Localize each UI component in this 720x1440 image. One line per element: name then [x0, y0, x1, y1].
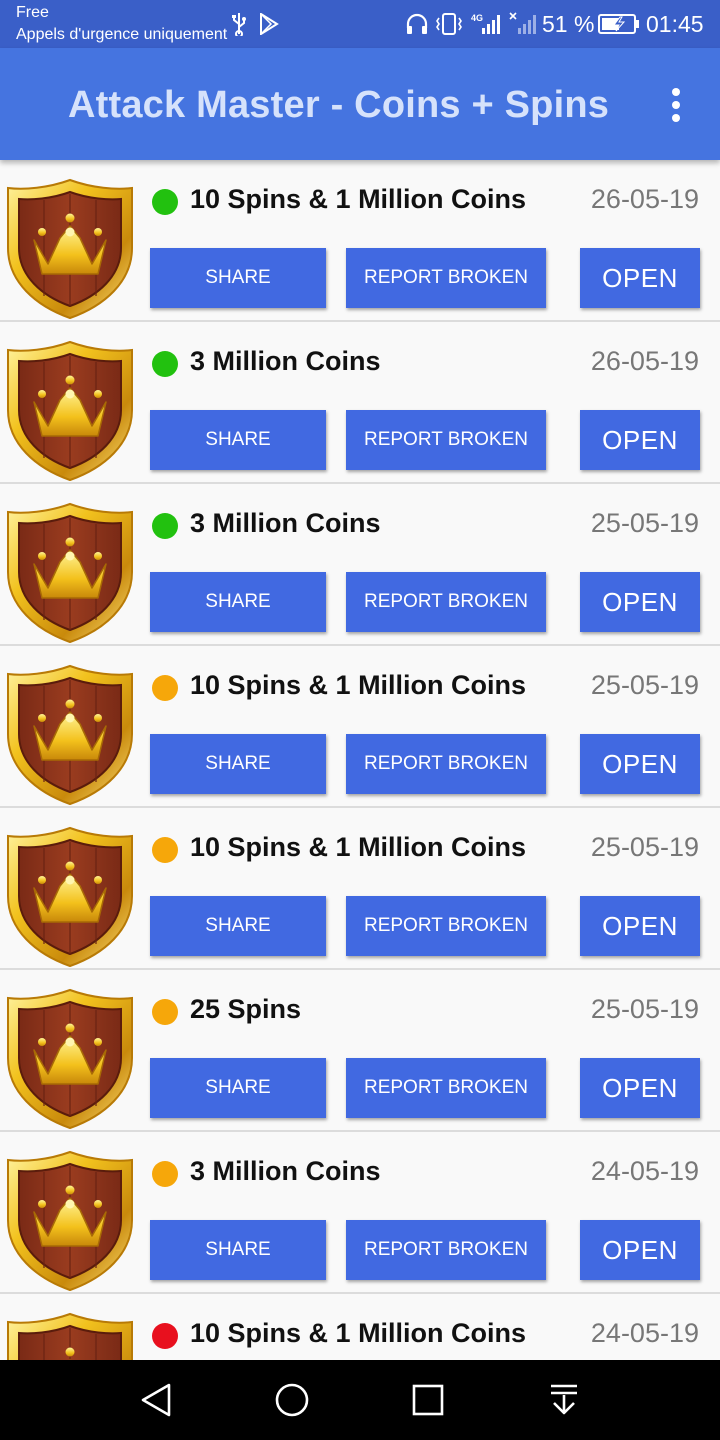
item-title: 3 Million Coins	[190, 508, 381, 538]
status-dot	[152, 675, 178, 701]
report-broken-button[interactable]: REPORT BROKEN	[346, 1058, 546, 1118]
list-item: 3 Million Coins 26-05-19 SHARE REPORT BR…	[0, 322, 720, 484]
status-dot	[152, 1161, 178, 1187]
menu-dot	[672, 88, 680, 96]
shield-crown-icon	[4, 826, 136, 968]
item-date: 25-05-19	[590, 508, 699, 538]
app-bar: Attack Master - Coins + Spins	[0, 48, 720, 160]
battery-percent: 51 %	[542, 11, 595, 37]
status-dot	[152, 351, 178, 377]
item-date: 25-05-19	[590, 832, 699, 862]
battery-charging-icon	[598, 11, 640, 37]
share-button[interactable]: SHARE	[150, 896, 326, 956]
status-dot	[152, 189, 178, 215]
headphones-icon	[404, 11, 430, 37]
back-icon[interactable]	[132, 1376, 180, 1424]
item-title: 10 Spins & 1 Million Coins	[190, 670, 527, 700]
item-title: 10 Spins & 1 Million Coins	[190, 1318, 527, 1348]
shield-crown-icon	[4, 178, 136, 320]
share-button[interactable]: SHARE	[150, 1220, 326, 1280]
list-item: 10 Spins & 1 Million Coins 24-05-19 SHAR…	[0, 1294, 720, 1360]
item-date: 24-05-19	[590, 1156, 699, 1186]
item-title: 25 Spins	[190, 994, 302, 1024]
share-button[interactable]: SHARE	[150, 248, 326, 308]
item-date: 25-05-19	[590, 670, 699, 700]
notification-pull-icon[interactable]	[540, 1376, 588, 1424]
status-dot	[152, 513, 178, 539]
home-icon[interactable]	[268, 1376, 316, 1424]
report-broken-button[interactable]: REPORT BROKEN	[346, 896, 546, 956]
app-root: Free Appels d'urgence uniquement 4G 51 %…	[0, 0, 720, 1440]
signal-4g-icon: 4G	[470, 11, 504, 37]
status-bar: Free Appels d'urgence uniquement 4G 51 %…	[0, 0, 720, 48]
carrier-label: Free	[16, 4, 49, 21]
reward-list[interactable]: 10 Spins & 1 Million Coins 26-05-19 SHAR…	[0, 160, 720, 1360]
app-title: Attack Master - Coins + Spins	[68, 84, 610, 126]
signal-empty-icon	[508, 11, 538, 37]
navigation-bar	[0, 1360, 720, 1440]
recents-icon[interactable]	[404, 1376, 452, 1424]
item-title: 3 Million Coins	[190, 1156, 381, 1186]
report-broken-button[interactable]: REPORT BROKEN	[346, 734, 546, 794]
shield-crown-icon	[4, 340, 136, 482]
open-button[interactable]: OPEN	[580, 572, 700, 632]
usb-icon	[230, 11, 248, 37]
item-title: 10 Spins & 1 Million Coins	[190, 184, 527, 214]
share-button[interactable]: SHARE	[150, 734, 326, 794]
list-item: 25 Spins 25-05-19 SHARE REPORT BROKEN OP…	[0, 970, 720, 1132]
shield-crown-icon	[4, 502, 136, 644]
shield-crown-icon	[4, 664, 136, 806]
item-date: 25-05-19	[590, 994, 699, 1024]
vibrate-icon	[434, 11, 464, 37]
play-store-icon	[258, 11, 280, 37]
emergency-calls-label: Appels d'urgence uniquement	[16, 26, 228, 43]
open-button[interactable]: OPEN	[580, 1220, 700, 1280]
status-dot	[152, 837, 178, 863]
item-date: 24-05-19	[590, 1318, 699, 1348]
report-broken-button[interactable]: REPORT BROKEN	[346, 248, 546, 308]
list-item: 10 Spins & 1 Million Coins 26-05-19 SHAR…	[0, 160, 720, 322]
open-button[interactable]: OPEN	[580, 734, 700, 794]
item-date: 26-05-19	[590, 346, 699, 376]
menu-dot	[672, 114, 680, 122]
report-broken-button[interactable]: REPORT BROKEN	[346, 572, 546, 632]
svg-text:4G: 4G	[471, 13, 483, 23]
list-item: 10 Spins & 1 Million Coins 25-05-19 SHAR…	[0, 808, 720, 970]
more-vert-icon[interactable]	[660, 78, 692, 132]
report-broken-button[interactable]: REPORT BROKEN	[346, 1220, 546, 1280]
status-dot	[152, 999, 178, 1025]
report-broken-button[interactable]: REPORT BROKEN	[346, 410, 546, 470]
open-button[interactable]: OPEN	[580, 410, 700, 470]
open-button[interactable]: OPEN	[580, 896, 700, 956]
status-dot	[152, 1323, 178, 1349]
list-item: 3 Million Coins 24-05-19 SHARE REPORT BR…	[0, 1132, 720, 1294]
shield-crown-icon	[4, 988, 136, 1130]
open-button[interactable]: OPEN	[580, 248, 700, 308]
shield-crown-icon	[4, 1150, 136, 1292]
share-button[interactable]: SHARE	[150, 410, 326, 470]
list-item: 3 Million Coins 25-05-19 SHARE REPORT BR…	[0, 484, 720, 646]
clock: 01:45	[646, 11, 704, 37]
share-button[interactable]: SHARE	[150, 572, 326, 632]
item-date: 26-05-19	[590, 184, 699, 214]
menu-dot	[672, 101, 680, 109]
list-item: 10 Spins & 1 Million Coins 25-05-19 SHAR…	[0, 646, 720, 808]
item-title: 3 Million Coins	[190, 346, 381, 376]
shield-crown-icon	[4, 1312, 136, 1360]
open-button[interactable]: OPEN	[580, 1058, 700, 1118]
share-button[interactable]: SHARE	[150, 1058, 326, 1118]
item-title: 10 Spins & 1 Million Coins	[190, 832, 527, 862]
